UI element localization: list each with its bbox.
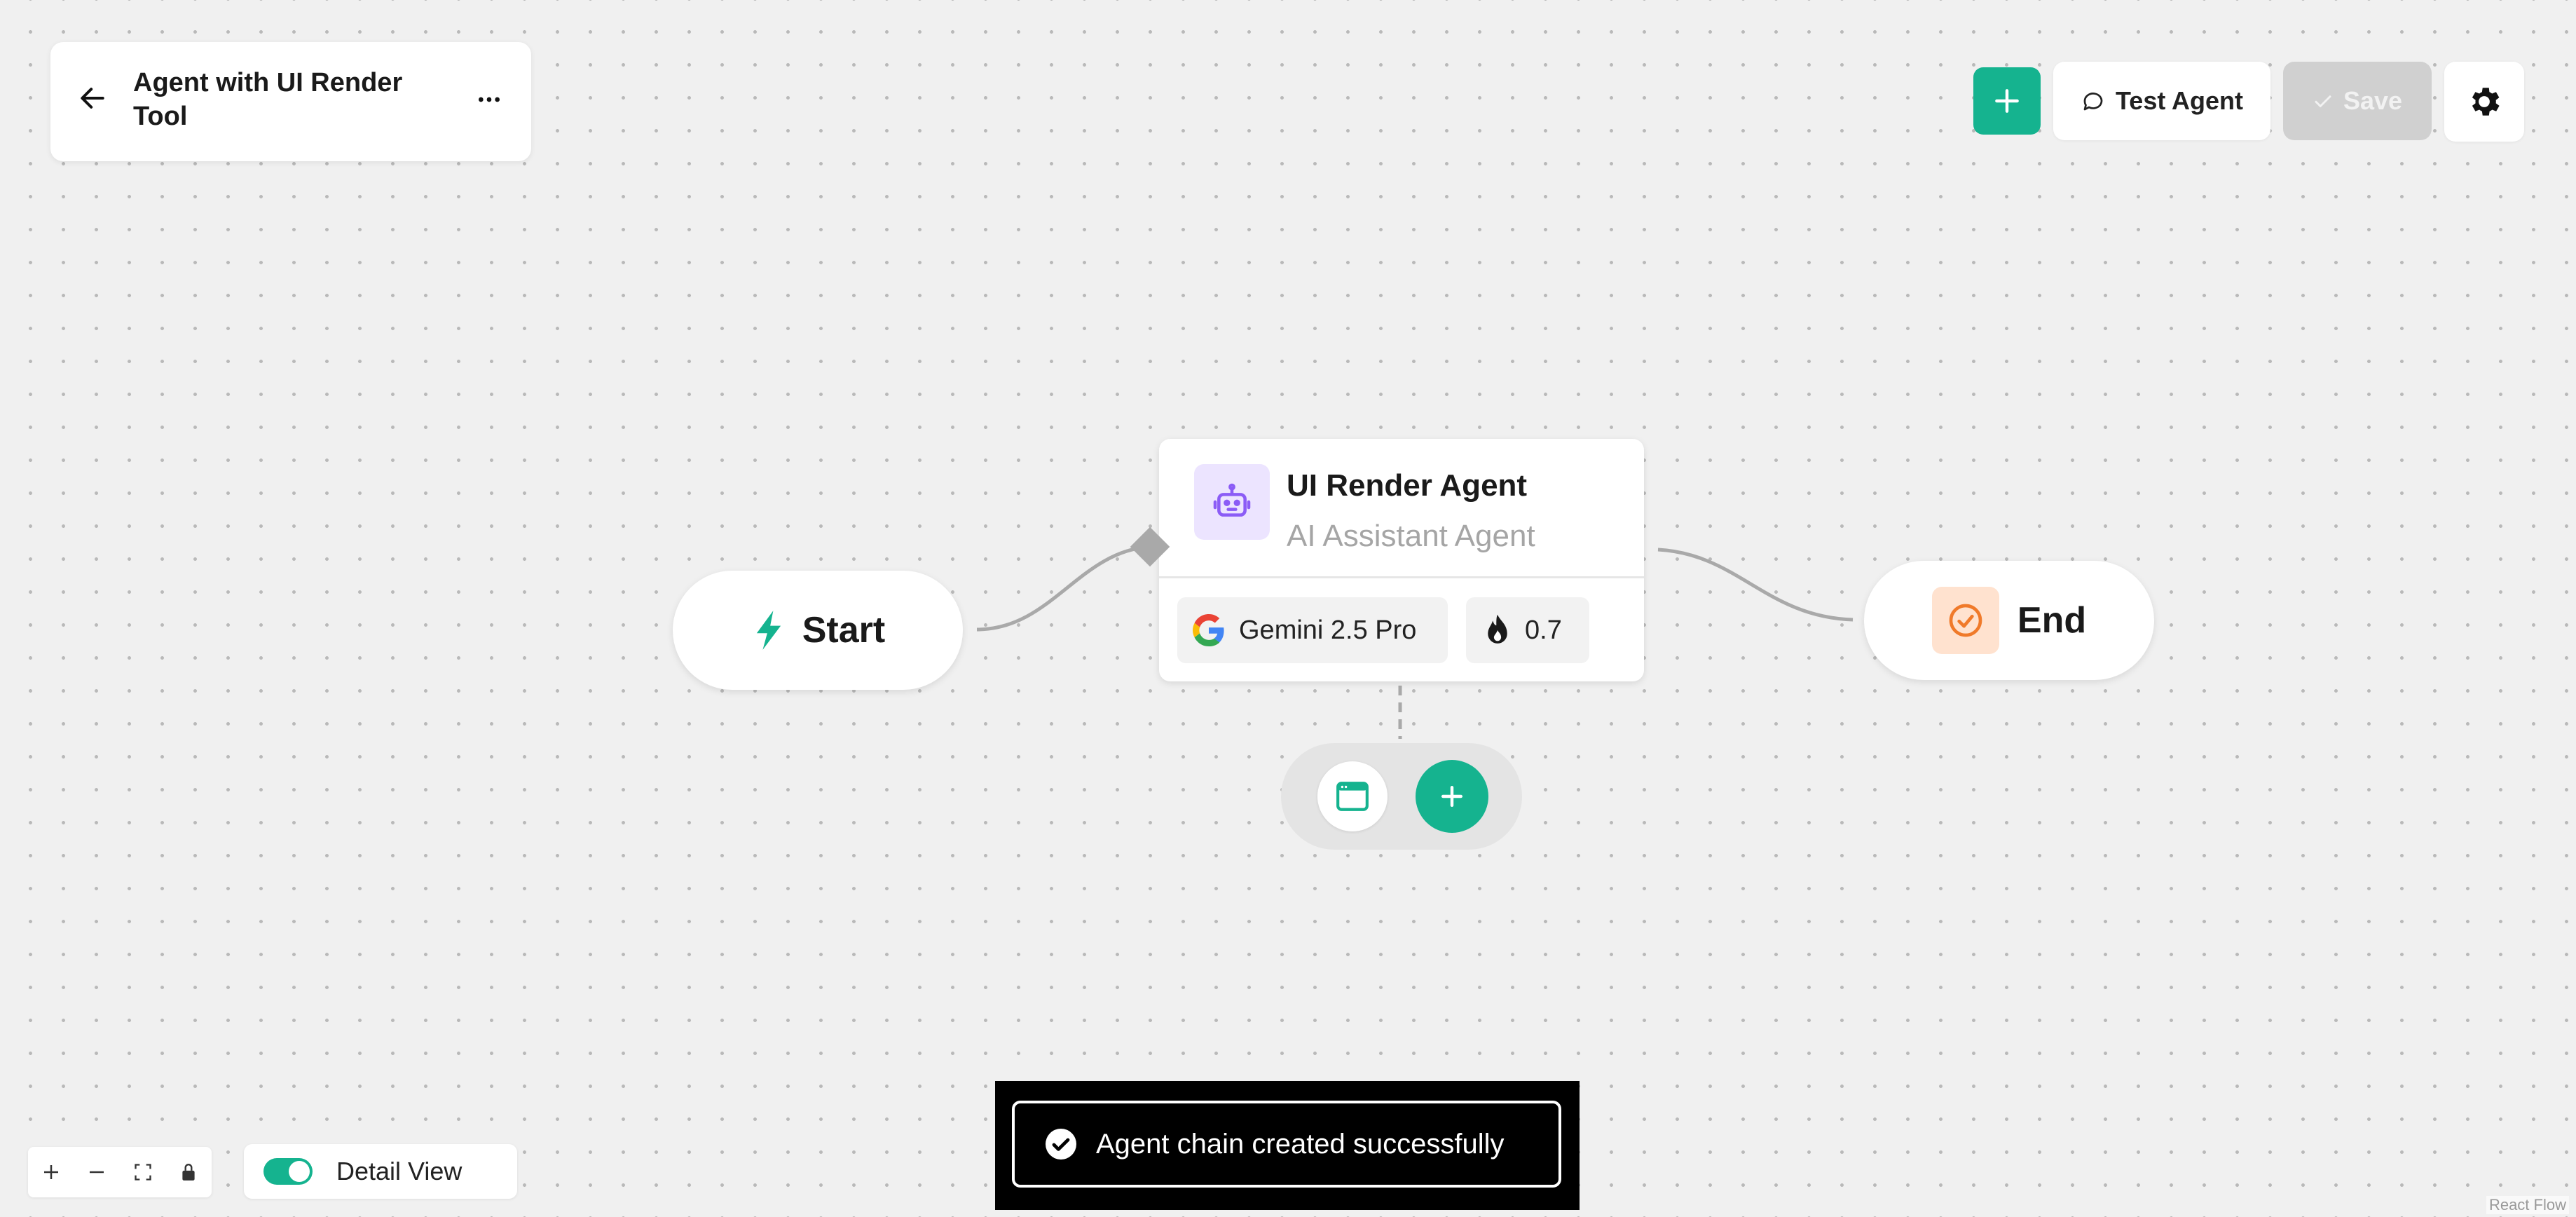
save-button[interactable]: Save	[2283, 62, 2432, 140]
zoom-out-icon[interactable]	[81, 1157, 112, 1188]
agent-node-subtitle: AI Assistant Agent	[1287, 519, 1535, 553]
save-label: Save	[2343, 86, 2403, 115]
browser-window-icon	[1336, 782, 1369, 811]
check-circle-icon	[1931, 587, 1999, 654]
agent-node-title: UI Render Agent	[1287, 468, 1528, 503]
detail-view-toggle[interactable]	[263, 1158, 313, 1185]
zoom-in-icon[interactable]	[36, 1157, 67, 1188]
edge-start-to-agent	[976, 545, 1151, 632]
temperature-value: 0.7	[1525, 615, 1562, 645]
robot-icon	[1194, 464, 1270, 540]
more-horizontal-icon[interactable]	[475, 86, 503, 114]
fit-view-icon[interactable]	[128, 1157, 158, 1188]
react-flow-attribution[interactable]: React Flow	[2486, 1196, 2569, 1214]
detail-view-toggle-panel: Detail View	[244, 1144, 517, 1199]
toggle-knob	[289, 1161, 310, 1182]
flame-icon	[1488, 614, 1507, 644]
end-node[interactable]: End	[1864, 561, 2154, 680]
plus-icon	[1441, 785, 1463, 808]
start-label: Start	[802, 610, 886, 651]
model-chip[interactable]: Gemini 2.5 Pro	[1177, 597, 1448, 663]
toast-message: Agent chain created successfully	[1096, 1128, 1505, 1160]
detail-view-label: Detail View	[336, 1157, 463, 1185]
end-label: End	[2017, 600, 2087, 641]
check-icon	[2315, 95, 2331, 107]
settings-button[interactable]	[2444, 62, 2524, 142]
start-node[interactable]: Start	[673, 571, 963, 690]
test-agent-label: Test Agent	[2115, 86, 2243, 115]
add-tool-button[interactable]	[1416, 760, 1488, 833]
lightning-icon	[756, 611, 781, 650]
canvas-controls	[28, 1147, 212, 1197]
plus-icon	[1995, 89, 2019, 113]
edge-agent-to-end	[1657, 548, 1854, 622]
lock-icon[interactable]	[173, 1157, 204, 1188]
agent-name-title: Agent with UI Render Tool	[133, 68, 403, 131]
model-name: Gemini 2.5 Pro	[1239, 615, 1417, 645]
gear-icon	[2472, 88, 2500, 116]
agent-node-divider	[1159, 576, 1644, 578]
test-agent-button[interactable]: Test Agent	[2053, 62, 2270, 140]
add-node-button[interactable]	[1973, 67, 2041, 135]
chat-bubble-icon	[2083, 93, 2103, 111]
temperature-chip[interactable]: 0.7	[1466, 597, 1589, 663]
arrow-left-icon[interactable]	[77, 83, 108, 114]
toast-content: Agent chain created successfully	[1012, 1101, 1561, 1188]
ui-render-tool-button[interactable]	[1317, 761, 1388, 831]
google-logo-icon	[1193, 614, 1224, 646]
check-circle-icon	[1046, 1129, 1076, 1160]
